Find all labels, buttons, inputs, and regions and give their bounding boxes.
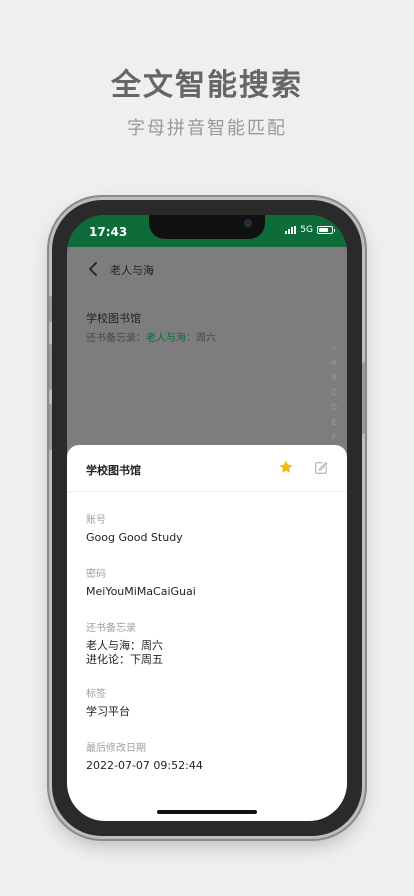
memo-label: 还书备忘录 bbox=[86, 623, 136, 634]
promo-title: 全文智能搜索 bbox=[111, 68, 303, 103]
battery-icon bbox=[317, 226, 335, 234]
account-value: Goog Good Study bbox=[86, 531, 183, 544]
tag-value: 学习平台 bbox=[86, 705, 130, 718]
memo-value-line-2: 进化论：下周五 bbox=[86, 653, 163, 666]
list-item-title[interactable]: 学校图书馆 bbox=[86, 310, 141, 326]
memo-highlight: 老人与海 bbox=[146, 333, 186, 344]
nav-title: 老人与海 bbox=[110, 264, 154, 277]
password-value: MeiYouMiMaCaiGuai bbox=[86, 585, 196, 598]
index-letter[interactable]: C bbox=[331, 386, 337, 399]
star-icon[interactable] bbox=[278, 459, 294, 475]
edit-icon[interactable] bbox=[314, 460, 328, 474]
volume-up-button bbox=[49, 344, 52, 390]
promo-subtitle: 字母拼音智能匹配 bbox=[127, 118, 287, 139]
sheet-header: 学校图书馆 bbox=[67, 445, 347, 492]
signal-icon bbox=[285, 226, 297, 234]
camera-icon bbox=[244, 219, 252, 227]
nav-bar: 老人与海 bbox=[67, 247, 347, 291]
power-button bbox=[362, 362, 365, 434]
account-label: 账号 bbox=[86, 515, 106, 526]
memo-prefix: 还书备忘录： bbox=[86, 333, 146, 344]
volume-down-button bbox=[49, 404, 52, 450]
network-label: 5G bbox=[300, 225, 313, 235]
status-indicators: 5G bbox=[285, 225, 335, 235]
modified-date-value: 2022-07-07 09:52:44 bbox=[86, 759, 203, 772]
phone-screen: 17:43 5G 老人与海 学校图书馆 还书备忘录：老人与海：周六 ☆ A B … bbox=[67, 215, 347, 821]
index-letter[interactable]: F bbox=[332, 431, 337, 444]
index-letter[interactable]: D bbox=[331, 401, 337, 414]
memo-value-line-1: 老人与海：周六 bbox=[86, 639, 163, 652]
home-indicator bbox=[157, 810, 257, 814]
status-time: 17:43 bbox=[89, 225, 128, 239]
password-label: 密码 bbox=[86, 569, 106, 580]
detail-sheet: 学校图书馆 账号 Goog Good Study 密码 MeiYouMiMaCa… bbox=[67, 445, 347, 821]
notch bbox=[149, 215, 265, 239]
index-letter[interactable]: A bbox=[331, 356, 336, 369]
list-item-memo: 还书备忘录：老人与海：周六 bbox=[86, 329, 216, 344]
modified-date-label: 最后修改日期 bbox=[86, 743, 146, 754]
sheet-title: 学校图书馆 bbox=[86, 464, 141, 477]
index-letter[interactable]: B bbox=[331, 371, 337, 384]
index-star-icon[interactable]: ☆ bbox=[330, 341, 337, 354]
tag-label: 标签 bbox=[86, 689, 106, 700]
silent-switch bbox=[49, 296, 52, 322]
memo-suffix: ：周六 bbox=[186, 333, 216, 344]
chevron-left-icon[interactable] bbox=[85, 261, 101, 277]
index-letter[interactable]: E bbox=[331, 416, 336, 429]
alphabet-index-bar[interactable]: ☆ A B C D E F bbox=[329, 341, 339, 444]
